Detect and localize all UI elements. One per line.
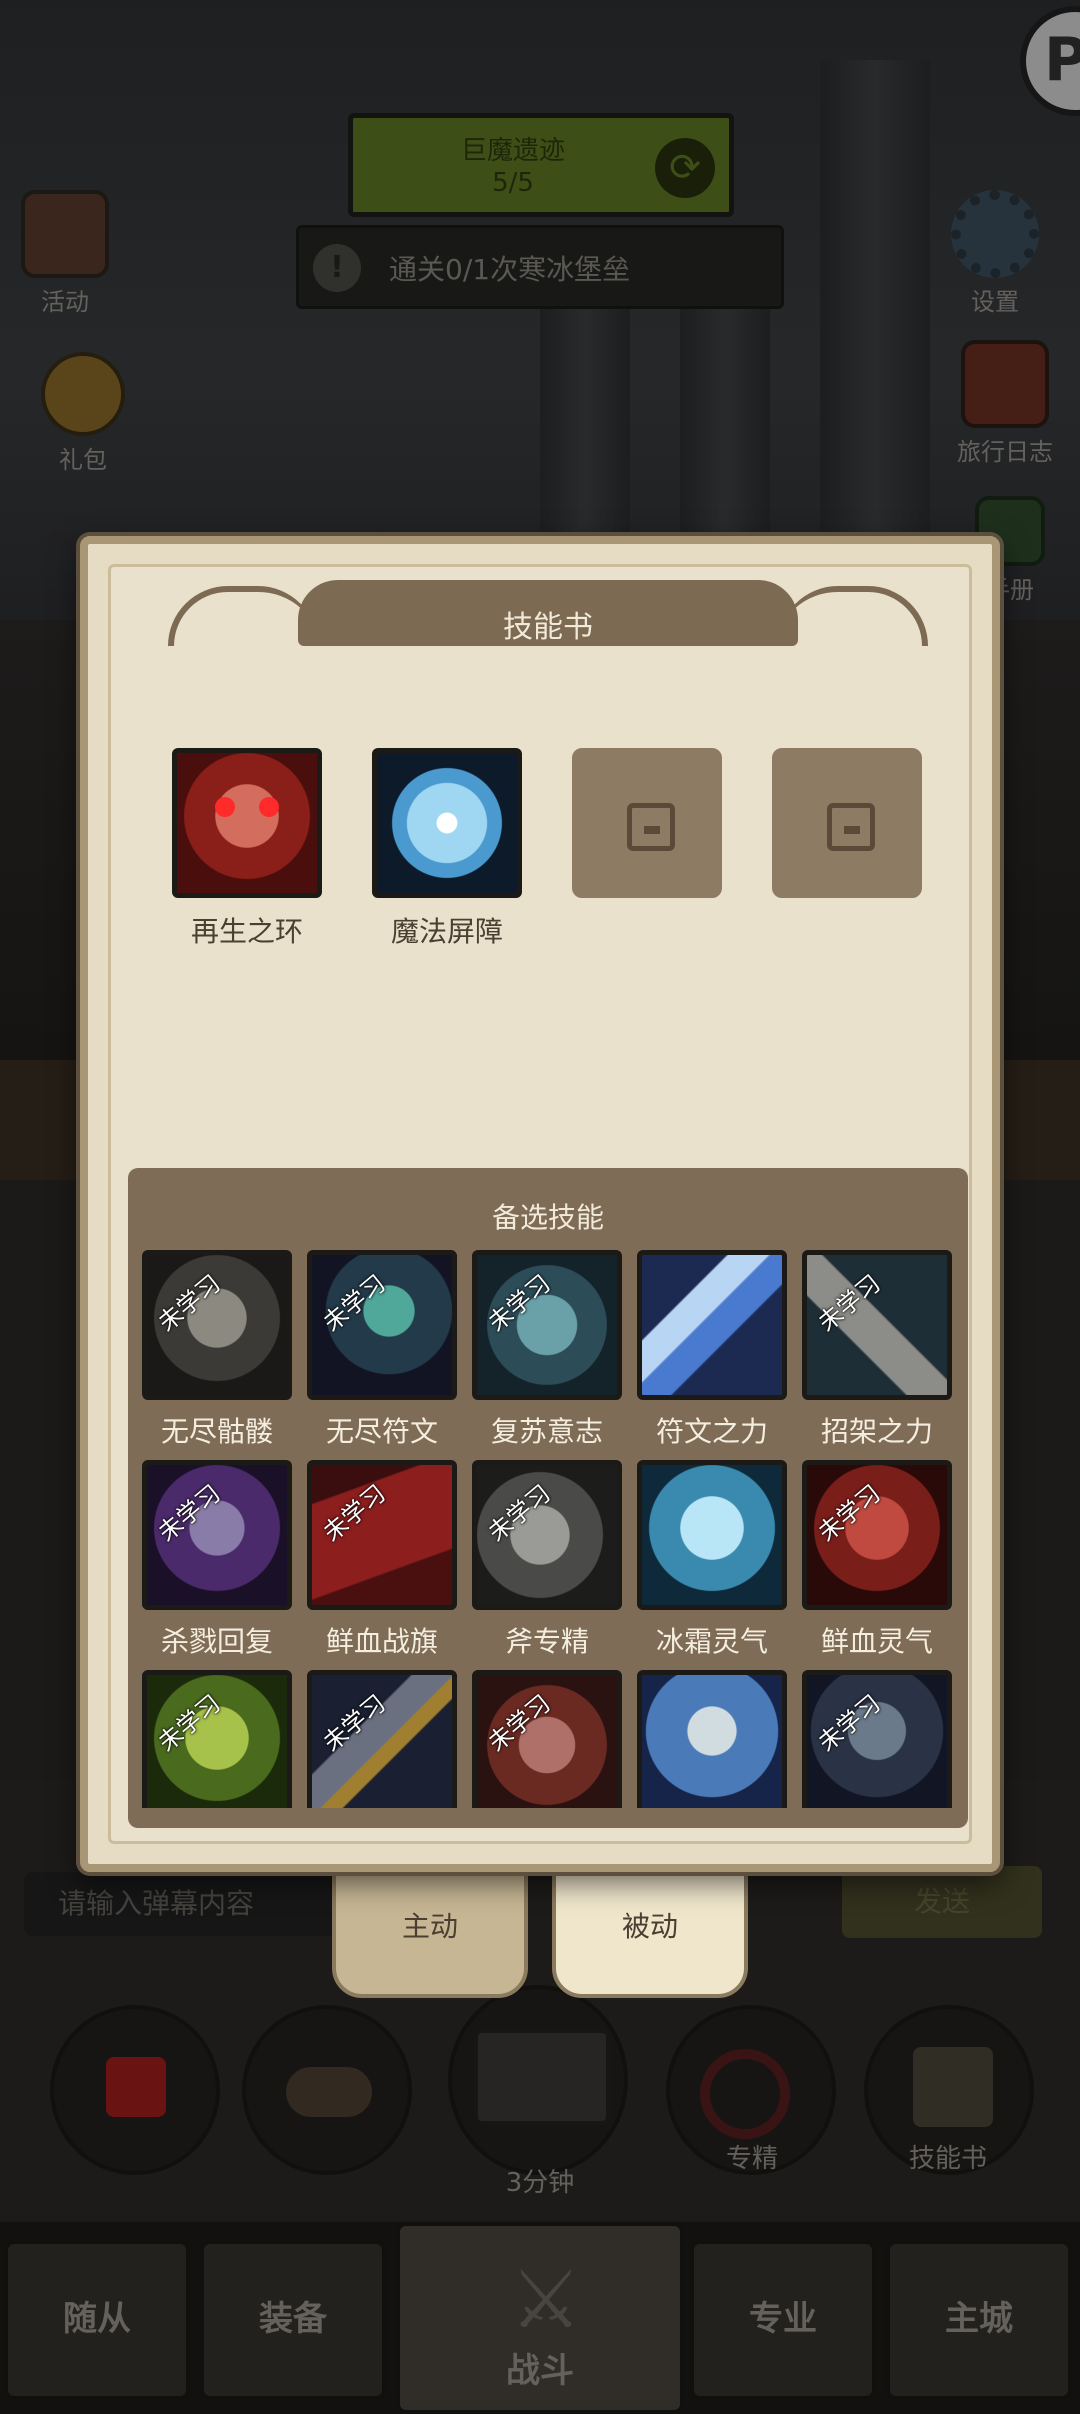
equipped-slot[interactable]: 再生之环	[172, 748, 322, 950]
ghoul-icon: 未学习	[802, 1670, 952, 1808]
skeleton-icon: 未学习	[142, 1250, 292, 1400]
reserve-grid: 未学习 无尽骷髅 未学习 无尽符文 未学习 复苏意志 符文之力 未学习 招架之力…	[128, 1168, 968, 1808]
skill-name: 魔法屏障	[390, 915, 503, 948]
revival-fist-icon: 未学习	[472, 1250, 622, 1400]
skill-name: 杀戮回复	[160, 1625, 273, 1658]
skill-name: 鲜血战旗	[325, 1625, 438, 1658]
equipped-slot[interactable]: 魔法屏障	[372, 748, 522, 950]
skill-name: 无尽骷髅	[160, 1415, 273, 1448]
skill-name: 斧专精	[504, 1625, 589, 1658]
skill-name: 再生之环	[190, 915, 303, 948]
reserve-skills-panel: 备选技能 未学习 无尽骷髅 未学习 无尽符文 未学习 复苏意志 符文之力 未学习…	[128, 1168, 968, 1828]
reserve-skill[interactable]: 未学习 杀戮回复	[142, 1460, 292, 1660]
locked-slot[interactable]	[772, 748, 922, 898]
green-skull-icon: 未学习	[142, 1670, 292, 1808]
locked-slot-frame	[772, 748, 922, 898]
reserve-skill[interactable]: 冰霜灵气	[637, 1460, 787, 1660]
lock-icon	[627, 803, 675, 851]
title-banner: 技能书	[168, 566, 928, 652]
skill-name: 冰霜灵气	[655, 1625, 768, 1658]
reserve-skill[interactable]: 未学习 鲜血灵气	[802, 1460, 952, 1660]
sword-icon: 未学习	[307, 1670, 457, 1808]
axe-mastery-icon: 未学习	[472, 1460, 622, 1610]
tab-passive-skills[interactable]: 被动	[552, 1868, 748, 1998]
blood-banner-icon: 未学习	[307, 1460, 457, 1610]
reserve-skill[interactable]: 未学习 招架之力	[802, 1250, 952, 1450]
reserve-skill[interactable]: 未学习	[307, 1670, 457, 1808]
reserve-skill[interactable]: 未学习	[802, 1670, 952, 1808]
modal-title: 技能书	[503, 610, 593, 645]
skill-name: 鲜血灵气	[820, 1625, 933, 1658]
frost-skull-icon	[637, 1460, 787, 1610]
parry-axe-icon: 未学习	[802, 1250, 952, 1400]
endless-rune-icon: 未学习	[307, 1250, 457, 1400]
reserve-skill[interactable]: 未学习 鲜血战旗	[307, 1460, 457, 1660]
reserve-skill[interactable]: 未学习 无尽骷髅	[142, 1250, 292, 1450]
bone-armor-icon	[637, 1670, 787, 1808]
reserve-skill[interactable]: 符文之力	[637, 1250, 787, 1450]
reserve-skill[interactable]: 未学习 斧专精	[472, 1460, 622, 1660]
reserve-skill[interactable]: 未学习	[142, 1670, 292, 1808]
skill-name: 无尽符文	[325, 1415, 438, 1448]
reserve-skill[interactable]: 未学习 无尽符文	[307, 1250, 457, 1450]
reserve-skill[interactable]: 未学习 复苏意志	[472, 1250, 622, 1450]
skillbook-modal: 技能书 再生之环 魔法屏障 备选技能 未学习 无尽骷髅 未学习 无尽符文 未学习…	[80, 536, 1000, 1872]
skill-name: 招架之力	[820, 1415, 933, 1448]
rune-blade-icon	[637, 1250, 787, 1400]
red-skull-icon	[172, 748, 322, 898]
reserve-skill[interactable]	[637, 1670, 787, 1808]
ice-shield-icon	[372, 748, 522, 898]
locked-slot[interactable]	[572, 748, 722, 898]
skill-name: 复苏意志	[490, 1415, 603, 1448]
purple-reaper-icon: 未学习	[142, 1460, 292, 1610]
lock-icon	[827, 803, 875, 851]
locked-slot-frame	[572, 748, 722, 898]
demon-icon: 未学习	[472, 1670, 622, 1808]
blood-skull-icon: 未学习	[802, 1460, 952, 1610]
skill-name: 符文之力	[655, 1415, 768, 1448]
reserve-skill[interactable]: 未学习	[472, 1670, 622, 1808]
tab-active-skills[interactable]: 主动	[332, 1868, 528, 1998]
